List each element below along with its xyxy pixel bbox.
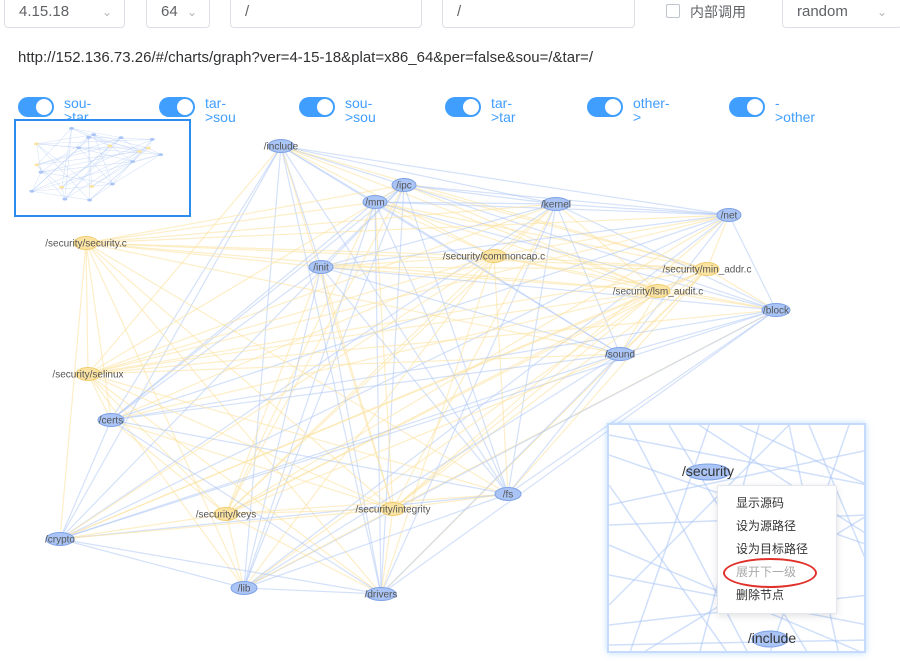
graph-edge <box>59 538 382 595</box>
minimap-node <box>110 182 115 186</box>
minimap-node <box>62 197 68 201</box>
graph-edge <box>59 538 245 589</box>
minimap-node <box>118 136 124 140</box>
graph-node-label: /sound <box>605 350 635 361</box>
zoom-panel[interactable]: /security /include 显示源码 设为源路径 设为目标路径 展开下… <box>607 423 866 653</box>
zoom-include-label: /include <box>748 630 796 646</box>
minimap-node <box>69 126 74 130</box>
minimap-node <box>145 146 151 150</box>
minimap-node <box>91 133 97 136</box>
minimap-edge <box>88 137 161 155</box>
minimap-node <box>38 170 44 174</box>
graph-node-label: /security/keys <box>196 510 257 521</box>
minimap-node <box>34 142 39 146</box>
zoom-edge <box>609 639 864 646</box>
minimap-node <box>29 189 35 193</box>
graph-edge <box>85 242 89 375</box>
graph-edge <box>225 513 245 589</box>
minimap-node <box>34 163 40 167</box>
graph-edge <box>403 184 777 311</box>
graph-node-label: /security/commoncap.c <box>443 252 545 263</box>
graph-edge <box>507 353 621 495</box>
graph-node-label: /ipc <box>396 181 412 192</box>
graph-node-label: /mm <box>365 198 384 209</box>
graph-node-label: /security/lsm_audit.c <box>613 287 704 298</box>
minimap-canvas <box>29 126 164 202</box>
minimap-edge <box>36 143 92 187</box>
graph-node-label: /kernel <box>541 200 571 211</box>
minimap-edge <box>31 172 42 192</box>
graph-node-label: /certs <box>99 416 123 427</box>
graph-node-label: /block <box>763 306 790 317</box>
graph-node-label: /init <box>313 263 329 274</box>
minimap-node <box>107 144 113 148</box>
graph-edge <box>280 145 659 292</box>
minimap-node <box>137 150 142 153</box>
minimap-node <box>89 185 95 188</box>
graph-node-label: /crypto <box>45 535 75 546</box>
minimap-node <box>130 160 135 164</box>
graph-edge <box>555 203 621 355</box>
graph-node-label: /security/selinux <box>52 370 123 381</box>
minimap-node <box>87 198 92 202</box>
minimap-edge <box>78 137 89 148</box>
minimap-node <box>86 135 91 139</box>
menu-show-source[interactable]: 显示源码 <box>718 492 836 515</box>
zoom-edge <box>609 484 728 651</box>
menu-expand-next-level[interactable]: 展开下一级 <box>718 561 836 584</box>
graph-minimap[interactable] <box>14 119 191 217</box>
menu-delete-node[interactable]: 删除节点 <box>718 584 836 607</box>
graph-node-label: /security/security.c <box>45 239 127 250</box>
graph-node-label: /net <box>721 211 738 222</box>
graph-node-label: /fs <box>503 490 514 501</box>
minimap-node <box>158 153 164 156</box>
graph-edge <box>225 266 322 515</box>
minimap-node <box>76 146 82 150</box>
minimap-edge <box>93 134 113 185</box>
graph-node-label: /include <box>264 142 299 153</box>
graph-node-label: /security/integrity <box>355 505 430 516</box>
minimap-edge <box>36 139 153 145</box>
minimap-node <box>149 138 155 141</box>
graph-edge <box>320 266 382 595</box>
graph-node-label: /lib <box>238 584 251 595</box>
zoom-focus-label: /security <box>682 463 734 479</box>
menu-set-target-path[interactable]: 设为目标路径 <box>718 538 836 561</box>
minimap-node <box>59 185 65 189</box>
menu-set-source-path[interactable]: 设为源路径 <box>718 515 836 538</box>
node-context-menu[interactable]: 显示源码 设为源路径 设为目标路径 展开下一级 删除节点 <box>717 485 837 614</box>
graph-node-label: /security/min_addr.c <box>663 265 752 276</box>
graph-edge <box>59 242 87 540</box>
graph-node-label: /drivers <box>365 590 398 601</box>
minimap-edge <box>31 190 90 201</box>
minimap-edge <box>89 161 133 201</box>
